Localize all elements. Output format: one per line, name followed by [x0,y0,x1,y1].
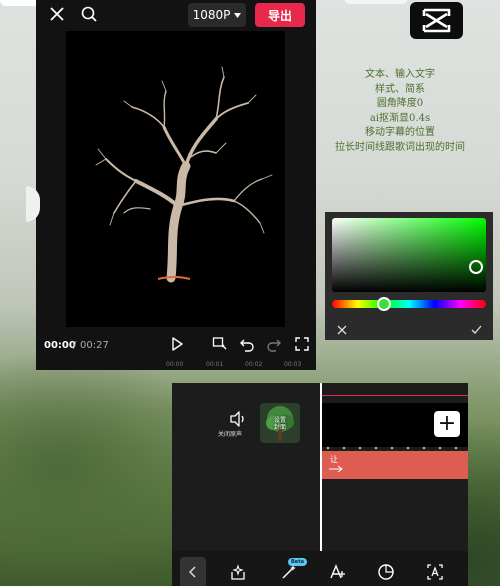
text-style-icon[interactable] [329,563,347,581]
saturation-knob[interactable] [469,260,483,274]
note-line: 拉长时间线跟歌词出现的时间 [335,141,465,153]
timeline-panel: 关闭原声 设置 封面 + 让 Beta [172,383,468,586]
time-separator: / [73,340,77,351]
note-line: ai抠渐显0.4s [369,112,431,124]
undo-icon[interactable] [239,336,255,352]
arrow-right-icon [329,465,343,473]
magic-wand-icon[interactable] [280,563,298,581]
color-picker [325,212,493,340]
cover-label: 设置 封面 [260,417,300,431]
saturation-value-area[interactable] [332,218,486,292]
note-line: 移动字幕的位置 [365,127,435,138]
set-cover-button[interactable]: 设置 封面 [260,403,300,443]
dropdown-triangle-icon [234,12,242,18]
ruler-tick: 00:03 [284,361,302,368]
keyframe-icon[interactable] [212,336,228,352]
cover-label-line: 封面 [273,424,286,431]
mute-original-audio-label[interactable]: 关闭原声 [218,429,242,438]
bottom-toolbar: Beta [172,551,468,586]
handwritten-notes: 文本、输入文字 样式、简系 圆角降度0 ai抠渐显0.4s 移动字幕的位置 拉长… [300,68,500,155]
close-icon[interactable] [48,5,66,23]
shape-icon[interactable] [377,563,395,581]
redo-icon[interactable] [266,336,282,352]
text-clip-label: 让 [330,455,338,464]
text-recognize-icon[interactable] [426,563,444,581]
video-editor-panel: 1080P 导出 00:00 / 00:27 00:00 00:01 00:02… [36,0,316,370]
speaker-icon[interactable] [229,410,247,428]
search-icon[interactable] [80,5,98,23]
note-line: 圆角降度0 [376,98,424,109]
timeline-top-line [322,395,468,396]
hue-slider[interactable] [332,300,486,308]
dead-tree-image [95,66,273,283]
note-line: 样式、简系 [375,83,425,95]
add-clip-button[interactable]: + [434,411,460,437]
capcut-logo [410,2,463,39]
resolution-label: 1080P [192,8,231,22]
play-icon[interactable] [169,336,185,352]
editor-topbar: 1080P 导出 [36,0,316,30]
hue-knob[interactable] [377,297,391,311]
cover-label-line: 设置 [273,417,286,424]
capcut-logo-icon [422,8,451,33]
resolution-button[interactable]: 1080P [188,3,246,27]
sparkle-add-icon[interactable] [229,563,247,581]
check-icon[interactable] [471,325,482,335]
total-time: 00:27 [80,340,109,351]
notification-bubble-secondary [345,0,407,4]
text-clip[interactable]: 让 [322,451,468,479]
chevron-left-icon [189,565,196,578]
current-time: 00:00 [44,340,76,351]
back-button[interactable] [180,557,206,586]
time-ruler: 00:00 00:01 00:02 00:03 [36,360,316,370]
video-preview[interactable] [66,31,285,327]
ruler-tick: 00:01 [206,361,224,368]
playhead[interactable] [320,383,322,551]
fullscreen-icon[interactable] [294,336,310,352]
ruler-tick: 00:00 [166,361,184,368]
note-line: 文本、输入文字 [365,69,435,80]
export-button[interactable]: 导出 [255,3,305,27]
x-icon[interactable] [337,325,347,335]
ruler-tick: 00:02 [245,361,263,368]
